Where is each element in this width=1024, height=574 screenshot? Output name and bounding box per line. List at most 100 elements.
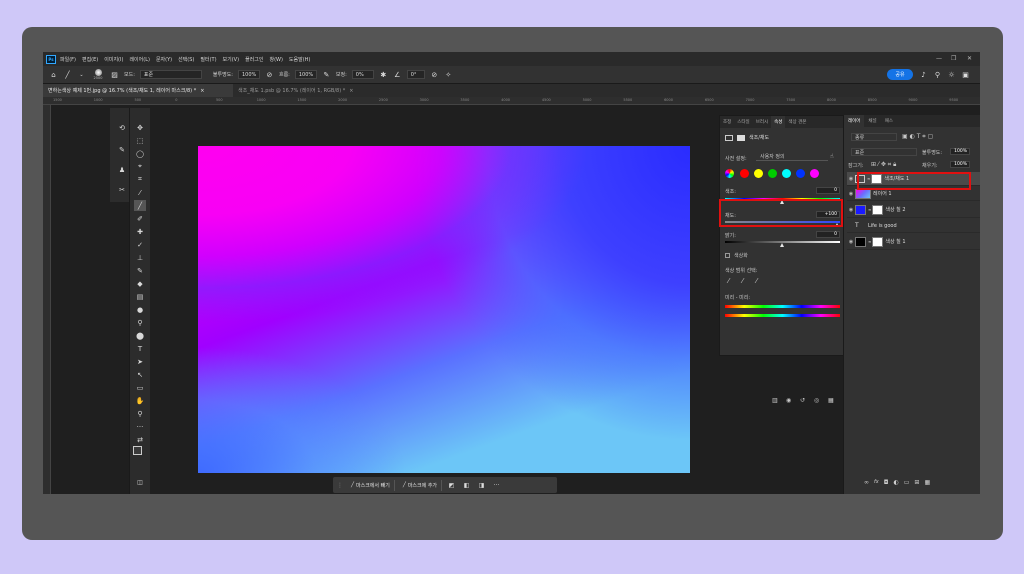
layer-mask-thumbnail[interactable]	[872, 204, 884, 215]
home-icon[interactable]: ⌂	[49, 70, 58, 79]
lock-icons[interactable]: ⊞ ⁄ ✥ ⌗ 🔒︎	[871, 161, 896, 169]
quick-select-tool-icon[interactable]: ⌖	[134, 161, 146, 172]
opacity-input[interactable]: 100%	[237, 70, 260, 79]
visibility-eye-icon[interactable]: ◉	[847, 176, 855, 182]
heal-tool-icon[interactable]: ✚	[134, 226, 146, 237]
type-tool-icon[interactable]: T	[134, 343, 146, 354]
minimize-icon[interactable]: —	[936, 55, 942, 62]
color-dot-red[interactable]	[740, 169, 749, 178]
tab-brushes[interactable]: 브러시	[753, 116, 771, 128]
pencil-tool-icon[interactable]: ✐	[134, 213, 146, 224]
menu-select[interactable]: 선택(S)	[178, 56, 194, 63]
layer-filter-select[interactable]: 종류	[851, 133, 897, 141]
fill-input[interactable]: 100%	[950, 161, 970, 168]
color-wheel-icon[interactable]	[725, 169, 734, 178]
color-dot-magenta[interactable]	[810, 169, 819, 178]
new-layer-icon[interactable]: ⊞	[914, 479, 919, 486]
trash-icon[interactable]: ▦	[828, 397, 834, 404]
flow-input[interactable]: 100%	[294, 70, 317, 79]
menu-image[interactable]: 이미지(I)	[104, 56, 123, 63]
menu-layer[interactable]: 레이어(L)	[129, 56, 150, 63]
subtract-from-mask-button[interactable]: ╱ 마스크에서 빼기	[347, 479, 395, 491]
document-canvas[interactable]	[198, 146, 690, 473]
foreground-color-swatch[interactable]	[133, 446, 142, 455]
filter-icons[interactable]: ▣ ◐ T ⌗ ▢	[902, 133, 933, 141]
person-icon[interactable]: ♟	[116, 164, 128, 175]
share-button[interactable]: 공유	[887, 69, 913, 80]
link-layers-icon[interactable]: ∞	[864, 479, 869, 486]
gradient-tool-icon[interactable]: ▤	[134, 291, 146, 302]
tab-document-1[interactable]: 변하는색상 예제 1번.jpg @ 16.7% (색조/채도 1, 레이어 마스…	[43, 84, 233, 97]
color-dot-green[interactable]	[768, 169, 777, 178]
swap-colors-icon[interactable]: ⇄	[134, 434, 146, 445]
path-select-tool-icon[interactable]: ➤	[134, 356, 146, 367]
search-icon[interactable]: ⚲	[933, 70, 942, 79]
eyedropper-plus-icon[interactable]: ⁄	[742, 277, 743, 285]
brush-settings-icon[interactable]: ▨	[110, 70, 119, 79]
symmetry-icon[interactable]: ✧	[444, 70, 453, 79]
blur-tool-icon[interactable]: ●	[134, 304, 146, 315]
mask-invert-icon[interactable]: ◩	[446, 480, 457, 491]
marquee-tool-icon[interactable]: ⬚	[134, 135, 146, 146]
move-tool-icon[interactable]: ✥	[134, 122, 146, 133]
tab-document-2[interactable]: 색조_채도 1.psb @ 16.7% (레이어 1, RGB/8) * ×	[233, 84, 373, 97]
gear-icon[interactable]: ✱	[379, 70, 388, 79]
tool-preset-icon[interactable]: ✂	[116, 184, 128, 195]
blend-mode-select[interactable]: 표준	[851, 148, 917, 156]
brush-preset-picker[interactable]: 2500	[91, 69, 105, 80]
color-dot-cyan[interactable]	[782, 169, 791, 178]
pressure-opacity-icon[interactable]: ⊘	[265, 70, 274, 79]
restore-icon[interactable]: ❐	[951, 55, 956, 62]
visibility-eye-icon[interactable]: ◉	[847, 239, 855, 245]
reset-icon[interactable]: ↺	[800, 397, 805, 404]
adjustment-layer-button-icon[interactable]: ◐	[893, 479, 898, 486]
add-to-mask-button[interactable]: ╱ 마스크에 추가	[399, 479, 443, 491]
pressure-size-icon[interactable]: ⊘	[430, 70, 439, 79]
preset-select[interactable]: 사용자 정의	[756, 153, 828, 161]
color-dot-blue[interactable]	[796, 169, 805, 178]
chevron-down-icon[interactable]: ⌄	[77, 70, 86, 79]
group-folder-icon[interactable]: ▭	[904, 479, 910, 486]
crop-tool-icon[interactable]: ⌗	[134, 174, 146, 185]
clip-to-layer-icon[interactable]: ▥	[772, 397, 778, 404]
colorize-checkbox[interactable]	[725, 253, 730, 258]
zoom-tool-icon[interactable]: ⚲	[134, 408, 146, 419]
menu-view[interactable]: 보기(V)	[223, 56, 240, 63]
menu-filter[interactable]: 필터(T)	[200, 56, 216, 63]
lasso-tool-icon[interactable]: ◯	[134, 148, 146, 159]
tab-properties[interactable]: 속성	[771, 116, 786, 128]
hue-input[interactable]: 0	[816, 187, 840, 194]
hand-target-icon[interactable]: ☝	[830, 153, 834, 160]
menu-window[interactable]: 창(W)	[269, 56, 282, 63]
layer-mask-thumbnail[interactable]	[872, 236, 884, 247]
lightness-slider-thumb[interactable]	[780, 243, 784, 247]
visibility-eye-icon[interactable]: ◉	[847, 207, 855, 213]
eyedropper-tool-icon[interactable]: ⁄	[134, 187, 146, 198]
close-icon[interactable]: ×	[200, 88, 204, 94]
angle-input[interactable]: 0°	[406, 70, 425, 79]
tab-channels[interactable]: 채널	[864, 115, 880, 127]
layer-opacity-input[interactable]: 100%	[950, 148, 970, 155]
color-dot-yellow[interactable]	[754, 169, 763, 178]
menu-help[interactable]: 도움말(H)	[289, 56, 310, 63]
link-icon[interactable]: ∞	[868, 207, 871, 212]
rectangle-tool-icon[interactable]: ▭	[134, 382, 146, 393]
clone-stamp-tool-icon[interactable]: ✓	[134, 239, 146, 250]
history-brush-icon[interactable]: ⟲	[116, 122, 128, 133]
lightbulb-icon[interactable]: ☼	[947, 70, 956, 79]
brush-tool-icon[interactable]: ╱	[63, 70, 72, 79]
quick-mask-icon[interactable]: ◫	[134, 477, 146, 488]
pen-tool-icon[interactable]: ⬤	[134, 330, 146, 341]
lightness-input[interactable]: 0	[816, 231, 840, 238]
visibility-eye-icon[interactable]: ◎	[814, 397, 819, 404]
menu-plugins[interactable]: 플러그인	[245, 56, 263, 63]
layer-row-text[interactable]: T Life is good	[847, 219, 980, 233]
menu-type[interactable]: 문자(Y)	[156, 56, 172, 63]
eyedropper-minus-icon[interactable]: ⁄	[756, 277, 757, 285]
direct-select-tool-icon[interactable]: ↖	[134, 369, 146, 380]
more-tools-icon[interactable]: ···	[134, 421, 146, 432]
link-icon[interactable]: ∞	[868, 239, 871, 244]
smoothing-input[interactable]: 0%	[351, 70, 374, 79]
eraser-tool-icon[interactable]: ◆	[134, 278, 146, 289]
mode-select[interactable]: 표준	[139, 70, 202, 79]
